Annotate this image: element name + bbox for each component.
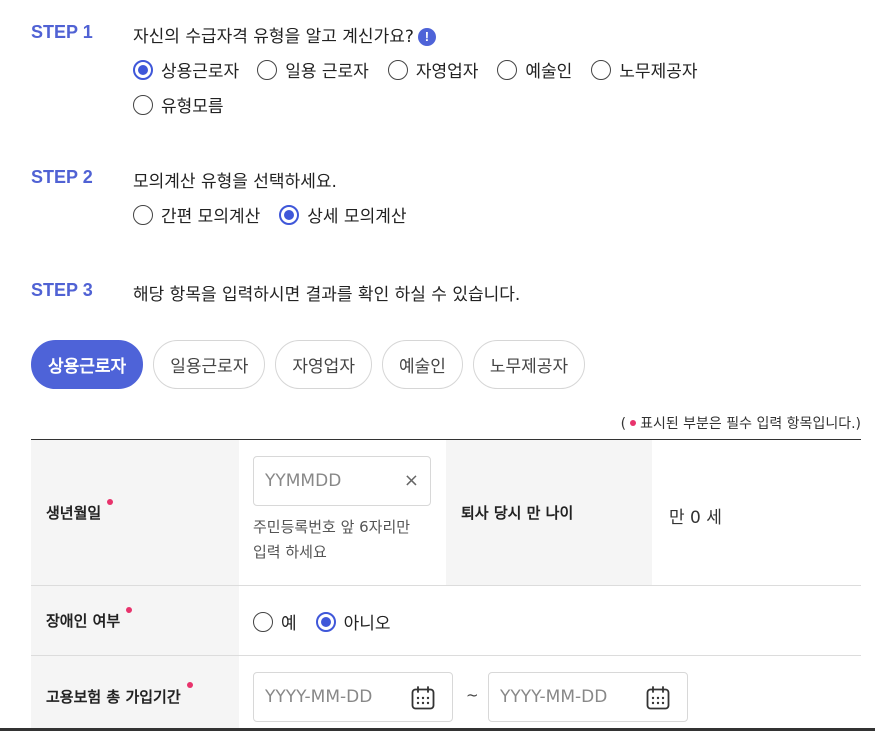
step1-options-row2: 유형모름 [133, 92, 224, 117]
disability-label: 장애인 여부 [31, 586, 239, 655]
calendar-icon[interactable] [410, 685, 436, 711]
insurance-end-date-input[interactable]: YYYY-MM-DD [488, 672, 688, 722]
insurance-label: 고용보험 총 가입기간 [31, 656, 239, 731]
note-open-paren: ( [620, 416, 627, 432]
tab-labor-provider[interactable]: 노무제공자 [472, 340, 586, 389]
radio-option-no[interactable]: 아니오 [315, 609, 391, 634]
radio-label: 아니오 [343, 614, 391, 634]
radio-option-self-employed[interactable]: 자영업자 [387, 57, 479, 82]
insurance-label-text: 고용보험 총 가입기간 [46, 687, 181, 706]
step1-title-text: 자신의 수급자격 유형을 알고 계신가요? [133, 27, 414, 47]
form-row-disability: 장애인 여부 예 아니오 [31, 586, 861, 656]
step1-label: STEP 1 [31, 22, 93, 42]
radio-button[interactable] [315, 611, 336, 632]
step3-title: 해당 항목을 입력하시면 결과를 확인 하실 수 있습니다. [133, 285, 521, 305]
radio-option-daily-worker[interactable]: 일용 근로자 [257, 57, 369, 82]
radio-label: 유형모름 [161, 97, 224, 117]
radio-label: 일용 근로자 [285, 62, 369, 82]
calculation-form: 생년월일 YYMMDD × 주민등록번호 앞 6자리만 입력 하세요 퇴사 당시… [31, 439, 861, 731]
disability-options: 예 아니오 [253, 609, 391, 634]
radio-option-artist[interactable]: 예술인 [497, 57, 572, 82]
tab-daily-worker[interactable]: 일용근로자 [153, 340, 266, 389]
radio-button[interactable] [133, 204, 153, 225]
radio-label: 간편 모의계산 [161, 207, 261, 227]
step1-options-row1: 상용근로자 일용 근로자 자영업자 예술인 노무제공자 [133, 57, 698, 82]
required-field-note: ( 표시된 부분은 필수 입력 항목입니다.) [621, 413, 861, 433]
radio-button[interactable] [591, 59, 612, 80]
birth-label: 생년월일 [31, 440, 239, 585]
radio-option-detailed-calc[interactable]: 상세 모의계산 [279, 202, 407, 227]
tab-self-employed[interactable]: 자영업자 [275, 340, 372, 389]
worker-type-tabs: 상용근로자 일용근로자 자영업자 예술인 노무제공자 [31, 340, 595, 389]
radio-button[interactable] [257, 59, 278, 80]
radio-button[interactable] [497, 59, 518, 80]
end-date-placeholder: YYYY-MM-DD [500, 687, 608, 707]
calendar-icon[interactable] [645, 685, 671, 711]
step1-title: 자신의 수급자격 유형을 알고 계신가요?! [133, 22, 436, 47]
date-range-separator: ~ [466, 686, 479, 704]
radio-label: 자영업자 [415, 62, 479, 82]
required-dot-icon [186, 682, 193, 688]
required-dot-icon [107, 498, 114, 505]
radio-option-yes[interactable]: 예 [253, 609, 297, 634]
birth-helper-text: 주민등록번호 앞 6자리만 입력 하세요 [253, 515, 410, 565]
note-text: 표시된 부분은 필수 입력 항목입니다.) [640, 416, 861, 432]
radio-button[interactable] [387, 59, 408, 80]
info-icon[interactable]: ! [417, 28, 436, 46]
step2-label: STEP 2 [31, 167, 93, 187]
radio-button[interactable] [133, 94, 153, 115]
age-label-text: 퇴사 당시 만 나이 [461, 504, 574, 522]
birth-date-placeholder: YYMMDD [265, 471, 342, 491]
radio-button[interactable] [133, 59, 153, 80]
clear-icon[interactable]: × [404, 470, 419, 492]
required-dot-icon [630, 420, 637, 426]
radio-label: 예술인 [525, 62, 573, 82]
helper-line: 주민등록번호 앞 6자리만 [253, 518, 411, 536]
tab-artist[interactable]: 예술인 [381, 340, 463, 389]
radio-label: 상용근로자 [161, 62, 240, 82]
radio-option-labor-provider[interactable]: 노무제공자 [591, 57, 698, 82]
insurance-start-date-input[interactable]: YYYY-MM-DD [253, 672, 453, 722]
form-row-birth: 생년월일 YYMMDD × 주민등록번호 앞 6자리만 입력 하세요 퇴사 당시… [31, 440, 861, 586]
radio-button[interactable] [279, 204, 300, 225]
radio-button[interactable] [253, 611, 273, 632]
required-dot-icon [126, 606, 133, 613]
radio-label: 상세 모의계산 [307, 207, 407, 227]
tab-regular-worker[interactable]: 상용근로자 [31, 340, 144, 389]
radio-option-regular-worker[interactable]: 상용근로자 [133, 57, 239, 82]
age-value: 만 0 세 [669, 508, 722, 528]
radio-option-simple-calc[interactable]: 간편 모의계산 [133, 202, 260, 227]
radio-label: 예 [281, 614, 297, 634]
age-label: 퇴사 당시 만 나이 [446, 440, 652, 585]
birth-label-text: 생년월일 [46, 504, 102, 522]
helper-line: 입력 하세요 [253, 543, 327, 561]
disability-label-text: 장애인 여부 [46, 612, 121, 630]
radio-label: 노무제공자 [619, 62, 698, 82]
step2-options: 간편 모의계산 상세 모의계산 [133, 202, 407, 227]
radio-option-type-unknown[interactable]: 유형모름 [133, 92, 224, 117]
start-date-placeholder: YYYY-MM-DD [265, 687, 373, 707]
step2-title: 모의계산 유형을 선택하세요. [133, 172, 337, 192]
form-row-insurance: 고용보험 총 가입기간 YYYY-MM-DD ~ YYYY-MM-DD [31, 656, 861, 731]
birth-date-input[interactable]: YYMMDD × [253, 456, 431, 506]
step3-label: STEP 3 [31, 280, 93, 300]
